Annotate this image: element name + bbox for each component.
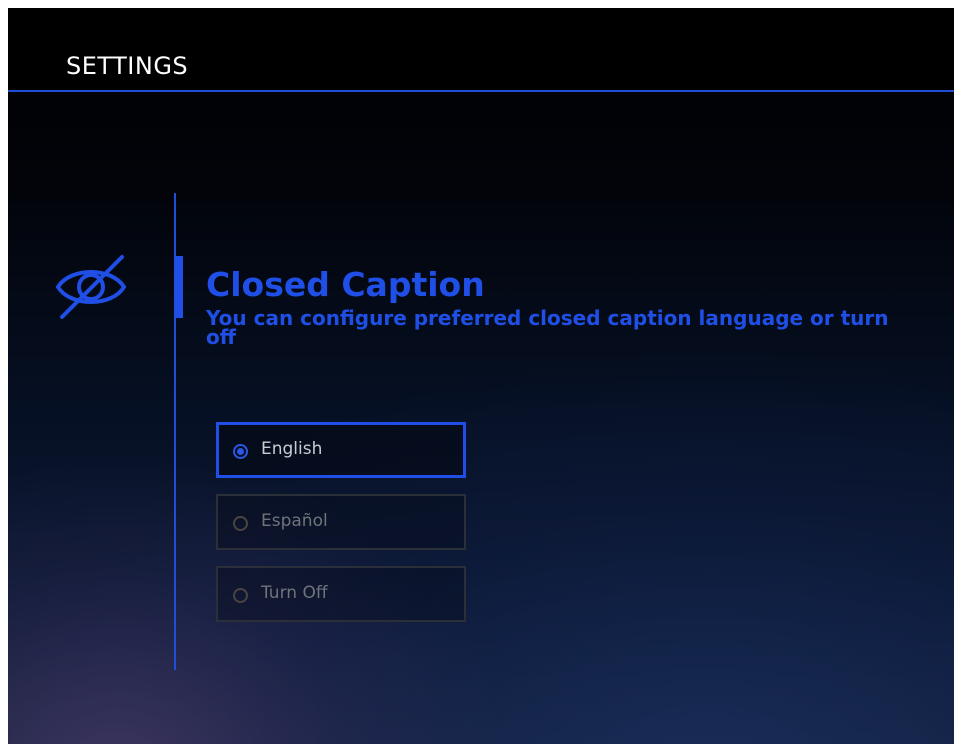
section-focus-marker: [175, 256, 183, 318]
option-label: Turn Off: [261, 583, 328, 603]
radio-unselected-icon: [233, 588, 248, 603]
header-bar: SETTINGS: [8, 8, 954, 92]
option-espanol[interactable]: Español: [216, 494, 466, 550]
section-description: You can configure preferred closed capti…: [206, 306, 889, 349]
option-english[interactable]: English: [216, 422, 466, 478]
section-title: Closed Caption: [206, 265, 485, 304]
page-title: SETTINGS: [66, 52, 189, 80]
option-label: English: [261, 439, 323, 459]
settings-screen: SETTINGS Closed Caption You can configur…: [8, 8, 954, 744]
closed-caption-off-icon: [55, 255, 127, 319]
radio-unselected-icon: [233, 516, 248, 531]
option-turn-off[interactable]: Turn Off: [216, 566, 466, 622]
radio-selected-icon: [233, 444, 248, 459]
option-label: Español: [261, 511, 328, 531]
radio-dot: [237, 448, 244, 455]
